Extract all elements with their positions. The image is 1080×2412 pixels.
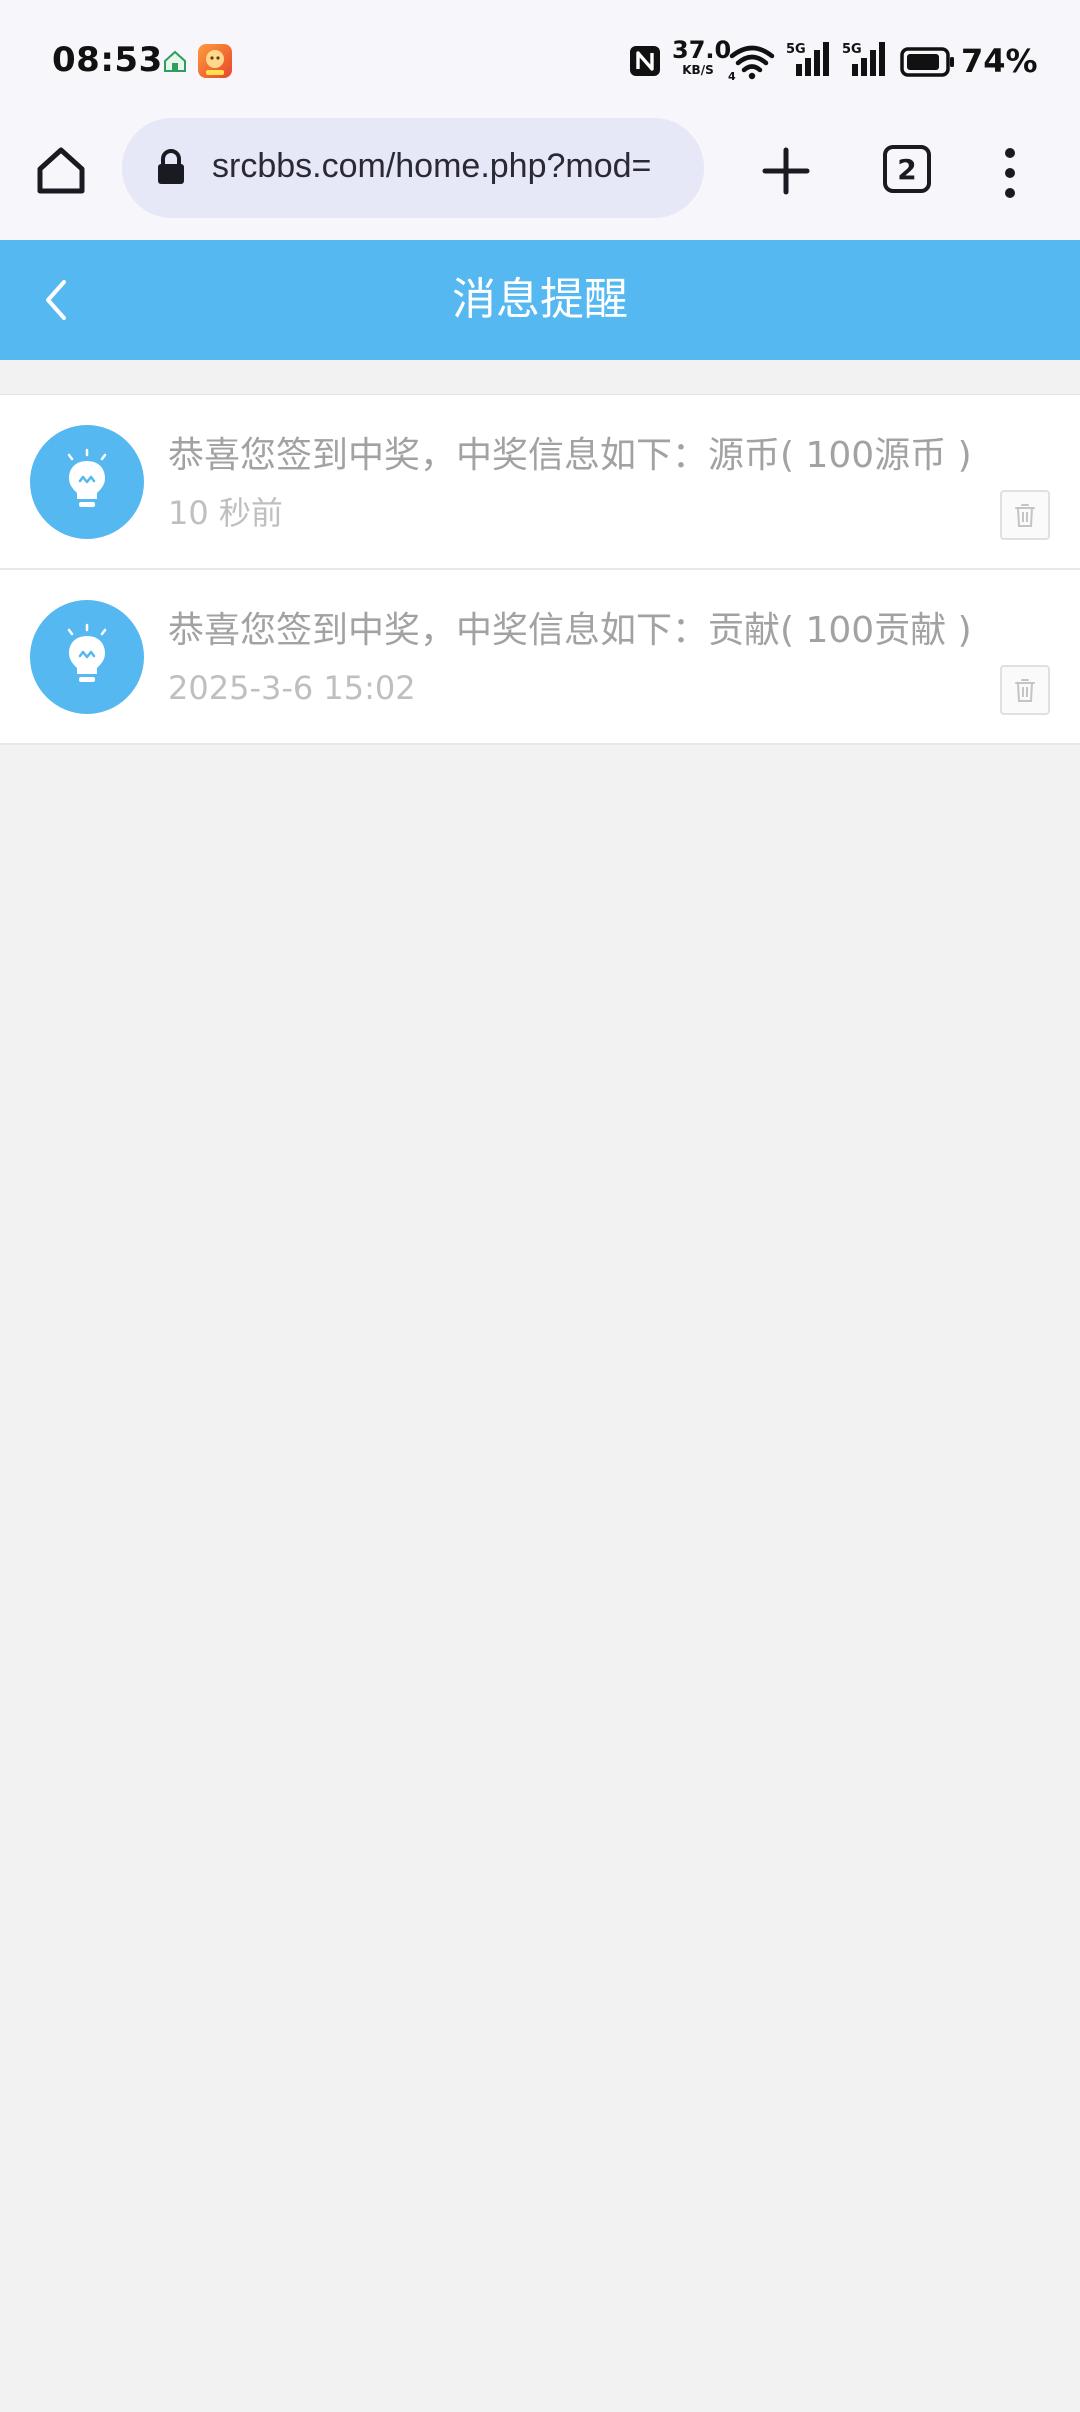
address-bar[interactable]: srcbbs.com/home.php?mod=	[122, 118, 704, 218]
notification-avatar	[30, 425, 144, 539]
status-time: 08:53	[52, 40, 163, 80]
url-text[interactable]: srcbbs.com/home.php?mod=	[212, 144, 702, 188]
svg-text:5G: 5G	[786, 42, 806, 57]
battery-icon	[900, 47, 954, 77]
list-item[interactable]: 恭喜您签到中奖，中奖信息如下：贡献( 100贡献 ) 2025-3-6 15:0…	[0, 570, 1080, 745]
page-header: 消息提醒	[0, 240, 1080, 360]
message-text[interactable]: 恭喜您签到中奖，中奖信息如下：源币( 100源币 )	[168, 431, 1028, 481]
signal-5g-icon: 5G	[786, 42, 829, 76]
delete-button[interactable]	[1000, 490, 1050, 540]
trash-icon	[1015, 504, 1035, 527]
lightbulb-icon	[67, 448, 107, 507]
signal-5g-icon: 5G	[842, 42, 885, 76]
more-menu-icon[interactable]	[996, 143, 1024, 203]
browser-toolbar: srcbbs.com/home.php?mod= 2	[0, 118, 1080, 240]
home-button[interactable]	[34, 144, 88, 198]
svg-text:5G: 5G	[842, 42, 862, 57]
lightbulb-icon	[67, 623, 107, 682]
game-app-icon	[198, 44, 232, 78]
message-time: 2025-3-6 15:02	[168, 669, 416, 707]
notification-avatar	[30, 600, 144, 714]
status-bar: 08:53 37.0 KB/S 4 5G 5G 74%	[0, 0, 1080, 118]
delete-button[interactable]	[1000, 665, 1050, 715]
battery-percent: 74%	[961, 42, 1038, 80]
nfc-icon	[630, 46, 660, 76]
home-app-icon	[164, 50, 186, 72]
page-title: 消息提醒	[452, 274, 628, 325]
list-item[interactable]: 恭喜您签到中奖，中奖信息如下：源币( 100源币 ) 10 秒前	[0, 395, 1080, 570]
net-speed: 37.0 KB/S	[672, 36, 732, 77]
message-list: 恭喜您签到中奖，中奖信息如下：源币( 100源币 ) 10 秒前 恭喜您签到中奖…	[0, 394, 1080, 745]
message-time: 10 秒前	[168, 494, 283, 532]
svg-text:4: 4	[728, 70, 736, 80]
back-arrow-icon[interactable]	[30, 270, 90, 330]
message-text[interactable]: 恭喜您签到中奖，中奖信息如下：贡献( 100贡献 )	[168, 606, 1028, 656]
tab-switcher-button[interactable]: 2	[883, 145, 931, 193]
lock-icon	[158, 149, 184, 184]
new-tab-button[interactable]	[756, 141, 816, 201]
home-icon	[37, 147, 85, 194]
trash-icon	[1015, 679, 1035, 702]
wifi-icon: 4	[728, 45, 775, 80]
